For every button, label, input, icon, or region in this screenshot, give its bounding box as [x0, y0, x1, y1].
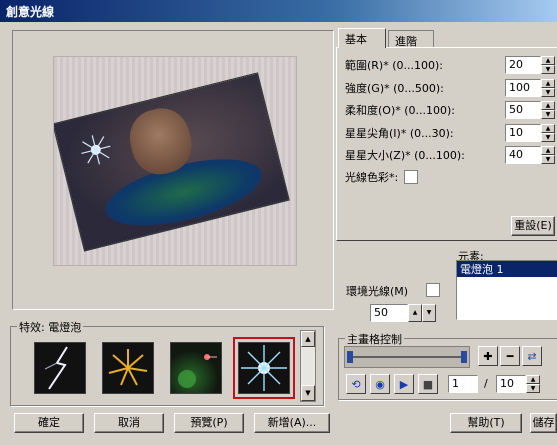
range-spinner[interactable]: 20 ▲ ▼ — [505, 56, 557, 74]
softness-label: 柔和度(O)* (0...100): — [345, 104, 456, 117]
ok-button[interactable]: 確定 — [14, 413, 84, 433]
intensity-spinner[interactable]: 100 ▲ ▼ — [505, 79, 557, 97]
effects-title: 特效: 電燈泡 — [17, 319, 84, 335]
effect-firework[interactable] — [102, 342, 154, 394]
star-points-label: 星星尖角(I)* (0...30): — [345, 127, 454, 140]
goto-start-icon[interactable]: ◉ — [370, 374, 390, 394]
list-item[interactable]: 電燈泡 1 — [457, 261, 557, 277]
range-label: 範圍(R)* (0...100): — [345, 59, 443, 72]
star-points-spinner[interactable]: 10 ▲ ▼ — [505, 124, 557, 142]
firework-icon — [108, 349, 148, 386]
reset-button[interactable]: 重設(E) — [511, 216, 555, 236]
elements-list[interactable]: 電燈泡 1 — [456, 260, 557, 320]
intensity-label: 強度(G)* (0...500): — [345, 82, 444, 95]
remove-keyframe-icon[interactable]: ━ — [500, 346, 520, 366]
effect-lens-flare[interactable] — [170, 342, 222, 394]
tab-basic[interactable]: 基本 — [338, 28, 386, 48]
add-button[interactable]: 新增(A)... — [254, 413, 330, 433]
keyframe-title: 主畫格控制 — [345, 331, 404, 347]
ambient-light-label: 環境光線(M) — [346, 285, 409, 298]
effects-scrollbar[interactable]: ▲ ▼ — [300, 330, 316, 402]
scroll-down-icon[interactable]: ▼ — [301, 385, 315, 401]
lightning-icon — [44, 346, 68, 390]
lens-flare-icon — [178, 354, 217, 388]
save-button[interactable]: 儲存 — [530, 413, 557, 433]
preview-canvas — [53, 56, 297, 266]
scroll-up-icon[interactable]: ▲ — [301, 331, 315, 347]
softness-spinner[interactable]: 50 ▲ ▼ — [505, 101, 557, 119]
preview-frame — [12, 30, 334, 310]
star-size-spinner[interactable]: 40 ▲ ▼ — [505, 146, 557, 164]
light-color-label: 光線色彩*: — [345, 171, 399, 184]
light-star-icon[interactable] — [78, 132, 114, 168]
basic-panel: 範圍(R)* (0...100): 20 ▲ ▼ 強度(G)* (0...500):… — [336, 47, 557, 241]
tab-advanced[interactable]: 進階 — [388, 30, 434, 48]
light-color-swatch[interactable] — [404, 170, 419, 184]
timeline-slider[interactable] — [344, 346, 470, 368]
play-icon[interactable]: ▶ — [394, 374, 414, 394]
reverse-keyframe-icon[interactable]: ⇄ — [522, 346, 542, 366]
light-bulb-star-icon — [241, 345, 287, 391]
window-title: 創意光線 — [0, 0, 557, 22]
preview-photo — [54, 73, 289, 251]
current-frame-field[interactable]: 1 — [448, 375, 478, 393]
cancel-button[interactable]: 取消 — [94, 413, 164, 433]
loop-icon[interactable]: ⟲ — [346, 374, 366, 394]
total-frames-spinner[interactable]: 10 ▲ ▼ — [496, 375, 544, 393]
effect-lightning[interactable] — [34, 342, 86, 394]
ambient-spinner[interactable]: 50 ▲ ▼ — [370, 304, 438, 322]
effect-light-bulb[interactable] — [233, 337, 295, 399]
stop-icon[interactable]: ■ — [418, 374, 438, 394]
preview-button[interactable]: 預覽(P) — [174, 413, 244, 433]
star-size-label: 星星大小(Z)* (0...100): — [345, 149, 465, 162]
help-button[interactable]: 幫助(T) — [450, 413, 522, 433]
add-keyframe-icon[interactable]: ✚ — [478, 346, 498, 366]
ambient-color-swatch[interactable] — [426, 283, 440, 297]
frame-separator: / — [484, 377, 488, 390]
